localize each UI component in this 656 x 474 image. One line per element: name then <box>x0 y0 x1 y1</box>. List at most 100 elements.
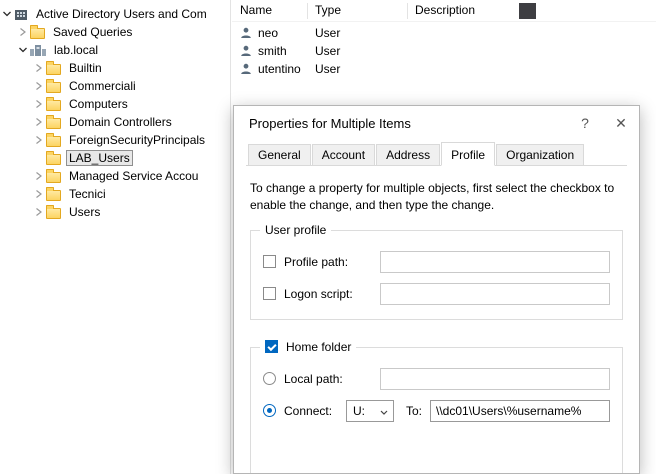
close-button[interactable]: ✕ <box>603 110 639 136</box>
local-path-radio[interactable] <box>263 372 276 385</box>
column-header-name[interactable]: Name <box>240 3 272 17</box>
tree-item-label: Users <box>66 204 103 220</box>
logon-script-checkbox[interactable] <box>263 287 276 300</box>
home-folder-label: Home folder <box>286 340 351 354</box>
chevron-down-icon[interactable] <box>0 10 14 18</box>
profile-path-input[interactable] <box>380 251 610 273</box>
tree-item-label: Saved Queries <box>50 24 135 40</box>
chevron-down-icon[interactable] <box>16 46 30 54</box>
tree-item-domain-controllers[interactable]: Domain Controllers <box>0 113 230 131</box>
to-label: To: <box>406 404 422 418</box>
column-header-type[interactable]: Type <box>315 3 341 17</box>
logon-script-input[interactable] <box>380 283 610 305</box>
chevron-right-icon[interactable] <box>32 189 46 199</box>
tree-item-label: Computers <box>66 96 131 112</box>
column-header-description[interactable]: Description <box>415 3 475 17</box>
chevron-right-icon[interactable] <box>16 27 30 37</box>
drive-select[interactable]: U: <box>346 400 394 422</box>
tree-item-managed-service-accounts[interactable]: Managed Service Accou <box>0 167 230 185</box>
list-header: Name Type Description <box>232 0 656 22</box>
item-type: User <box>315 26 340 40</box>
chevron-right-icon[interactable] <box>32 63 46 73</box>
directory-root-icon <box>14 8 28 21</box>
connect-radio[interactable] <box>263 404 276 417</box>
tree-item-label: ForeignSecurityPrincipals <box>66 132 208 148</box>
tree-item-foreign-security-principals[interactable]: ForeignSecurityPrincipals <box>0 131 230 149</box>
console-tree-pane: Active Directory Users and Com Saved Que… <box>0 0 231 474</box>
tab-profile[interactable]: Profile <box>441 142 495 166</box>
tree-item-saved-queries[interactable]: Saved Queries <box>0 23 230 41</box>
tree-item-root[interactable]: Active Directory Users and Com <box>0 5 230 23</box>
tree-item-builtin[interactable]: Builtin <box>0 59 230 77</box>
tree-item-label: Domain Controllers <box>66 114 175 130</box>
local-path-input[interactable] <box>380 368 610 390</box>
chevron-right-icon[interactable] <box>32 117 46 127</box>
home-path-input[interactable] <box>430 400 610 422</box>
list-rows: neo User smith User utentino User <box>232 24 656 78</box>
chevron-right-icon[interactable] <box>32 135 46 145</box>
connect-label: Connect: <box>284 404 346 418</box>
item-name: utentino <box>258 62 315 76</box>
dialog-title-bar[interactable]: Properties for Multiple Items ? ✕ <box>234 106 639 140</box>
chevron-right-icon[interactable] <box>32 171 46 181</box>
tab-address[interactable]: Address <box>376 144 440 166</box>
folder-icon <box>46 116 61 129</box>
user-icon <box>240 63 252 75</box>
dialog-title: Properties for Multiple Items <box>249 116 411 131</box>
list-item-smith[interactable]: smith User <box>232 42 656 60</box>
local-path-label: Local path: <box>284 372 380 386</box>
tree-item-tecnici[interactable]: Tecnici <box>0 185 230 203</box>
tree-item-label-selected: LAB_Users <box>66 150 133 166</box>
tree-item-label: Builtin <box>66 60 105 76</box>
aduc-window: Active Directory Users and Com Saved Que… <box>0 0 656 474</box>
column-separator[interactable] <box>307 3 308 19</box>
chevron-right-icon[interactable] <box>32 81 46 91</box>
folder-icon <box>46 206 61 219</box>
chevron-right-icon[interactable] <box>32 207 46 217</box>
tree-item-users[interactable]: Users <box>0 203 230 221</box>
item-type: User <box>315 62 340 76</box>
home-folder-checkbox[interactable] <box>265 340 278 353</box>
chevron-down-icon <box>380 404 388 418</box>
tree-item-lab-users[interactable]: LAB_Users <box>0 149 230 167</box>
chevron-right-icon[interactable] <box>32 99 46 109</box>
list-item-neo[interactable]: neo User <box>232 24 656 42</box>
folder-icon <box>30 26 45 39</box>
tree-item-label: Tecnici <box>66 186 109 202</box>
user-icon <box>240 27 252 39</box>
screenshot-artifact <box>519 3 536 19</box>
help-button[interactable]: ? <box>567 110 603 136</box>
profile-path-checkbox[interactable] <box>263 255 276 268</box>
domain-icon <box>30 44 46 56</box>
tree-item-label: Managed Service Accou <box>66 168 201 184</box>
tab-general[interactable]: General <box>248 144 311 166</box>
drive-value: U: <box>353 404 365 418</box>
tree-item-computers[interactable]: Computers <box>0 95 230 113</box>
tree-item-label: lab.local <box>51 42 101 58</box>
item-name: neo <box>258 26 315 40</box>
tab-account[interactable]: Account <box>312 144 375 166</box>
group-label: User profile <box>260 223 331 237</box>
list-item-utentino[interactable]: utentino User <box>232 60 656 78</box>
tree-item-label: Active Directory Users and Com <box>33 6 210 22</box>
item-type: User <box>315 44 340 58</box>
column-separator[interactable] <box>407 3 408 19</box>
profile-path-row: Profile path: <box>263 251 610 273</box>
user-profile-group: User profile Profile path: Logon script: <box>250 230 623 320</box>
tree-item-commerciali[interactable]: Commerciali <box>0 77 230 95</box>
tree-item-domain[interactable]: lab.local <box>0 41 230 59</box>
folder-icon <box>46 188 61 201</box>
item-name: smith <box>258 44 315 58</box>
instruction-text: To change a property for multiple object… <box>250 180 623 214</box>
logon-script-label: Logon script: <box>284 287 380 301</box>
user-icon <box>240 45 252 57</box>
folder-icon <box>46 152 61 165</box>
folder-icon <box>46 134 61 147</box>
folder-icon <box>46 98 61 111</box>
folder-icon <box>46 62 61 75</box>
tree-item-label: Commerciali <box>66 78 139 94</box>
folder-icon <box>46 170 61 183</box>
home-folder-legend: Home folder <box>260 340 356 354</box>
tab-organization[interactable]: Organization <box>496 144 584 166</box>
folder-icon <box>46 80 61 93</box>
